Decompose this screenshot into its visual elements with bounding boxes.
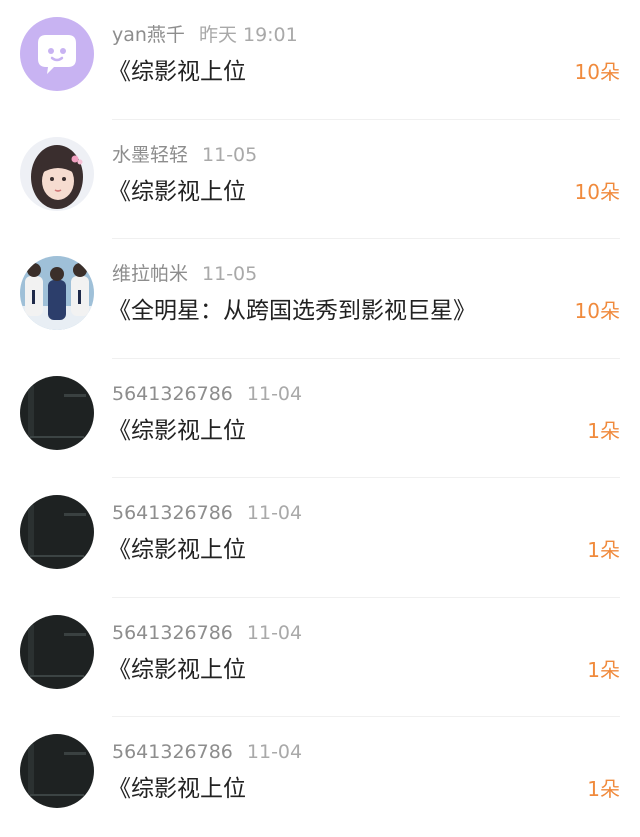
girl-portrait-icon (20, 136, 94, 211)
timestamp: 11-04 (246, 502, 303, 524)
gift-meta: 水墨轻轻 11-05 (112, 142, 257, 168)
username[interactable]: 5641326786 (112, 741, 233, 763)
timestamp: 11-04 (246, 621, 303, 644)
gift-amount: 10朵 (574, 60, 620, 84)
group-photo-icon (20, 256, 94, 330)
list-item[interactable]: 维拉帕米 11-05 《全明星：从跨国选秀到影视巨星》 10朵 (0, 239, 640, 359)
gift-meta: 5641326786 11-04 (112, 620, 302, 646)
gift-meta: yan燕千 昨天 19:01 (112, 22, 298, 48)
dark-image-icon (20, 495, 94, 569)
gift-amount: 10朵 (574, 179, 620, 204)
avatar[interactable] (20, 17, 94, 91)
username[interactable]: 5641326786 (112, 383, 233, 405)
book-title[interactable]: 《综影视上位 (108, 654, 246, 686)
gift-amount: 10朵 (574, 299, 620, 323)
username[interactable]: 5641326786 (112, 502, 233, 524)
book-title[interactable]: 《综影视上位 (108, 415, 246, 447)
gift-amount: 1朵 (587, 538, 620, 562)
list-item[interactable]: 5641326786 11-04 《综影视上位 1朵 (0, 717, 640, 837)
avatar[interactable] (20, 375, 94, 450)
list-item[interactable]: yan燕千 昨天 19:01 《综影视上位 10朵 (0, 0, 640, 120)
username[interactable]: 水墨轻轻 (112, 144, 188, 166)
gift-meta: 5641326786 11-04 (112, 500, 302, 526)
timestamp: 昨天 19:01 (198, 24, 298, 46)
book-title[interactable]: 《综影视上位 (108, 56, 246, 88)
dark-image-icon (20, 734, 94, 808)
timestamp: 11-04 (246, 741, 303, 763)
avatar[interactable] (20, 136, 94, 211)
username[interactable]: 维拉帕米 (112, 263, 188, 285)
dark-image-icon (20, 614, 94, 689)
gift-record-list: yan燕千 昨天 19:01 《综影视上位 10朵 水墨轻轻 11-05 《综影视上… (0, 0, 640, 831)
avatar[interactable] (20, 614, 94, 689)
gift-amount: 1朵 (587, 777, 620, 801)
username[interactable]: 5641326786 (112, 622, 233, 644)
list-item[interactable]: 5641326786 11-04 《综影视上位 1朵 (0, 359, 640, 479)
timestamp: 11-05 (202, 263, 258, 285)
book-title[interactable]: 《全明星：从跨国选秀到影视巨星》 (108, 295, 476, 327)
avatar[interactable] (20, 495, 94, 569)
list-item[interactable]: 水墨轻轻 11-05 《综影视上位 10朵 (0, 120, 640, 240)
chat-bubble-icon (20, 17, 94, 91)
timestamp: 11-04 (246, 382, 303, 405)
gift-meta: 维拉帕米 11-05 (112, 261, 257, 287)
book-title[interactable]: 《综影视上位 (108, 176, 246, 208)
dark-image-icon (20, 375, 94, 450)
gift-meta: 5641326786 11-04 (112, 739, 302, 765)
book-title[interactable]: 《综影视上位 (108, 773, 246, 805)
avatar[interactable] (20, 256, 94, 330)
username[interactable]: yan燕千 (112, 24, 185, 46)
avatar[interactable] (20, 734, 94, 808)
gift-meta: 5641326786 11-04 (112, 381, 302, 407)
gift-amount: 1朵 (587, 418, 620, 443)
list-item[interactable]: 5641326786 11-04 《综影视上位 1朵 (0, 478, 640, 598)
gift-amount: 1朵 (587, 657, 620, 682)
list-item[interactable]: 5641326786 11-04 《综影视上位 1朵 (0, 598, 640, 718)
book-title[interactable]: 《综影视上位 (108, 534, 246, 566)
timestamp: 11-05 (202, 143, 258, 166)
